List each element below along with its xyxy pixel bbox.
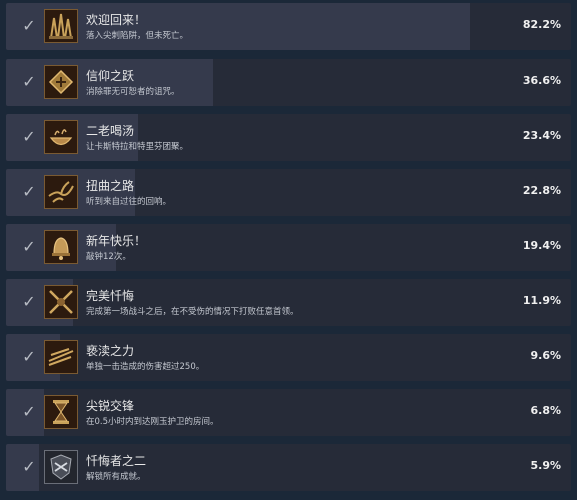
achievement-row[interactable]: ✓ 忏悔者之二 解锁所有成就。 5.9% (6, 444, 571, 491)
unlock-percent: 9.6% (530, 349, 561, 362)
achievement-row[interactable]: ✓ 二老喝汤 让卡斯特拉和特里芬团聚。 23.4% (6, 114, 571, 161)
check-icon: ✓ (22, 16, 36, 35)
achievement-row[interactable]: ✓ 尖锐交锋 在0.5小时内到达刚玉护卫的房间。 6.8% (6, 389, 571, 436)
hourglass-icon (44, 395, 78, 429)
achievement-title: 尖锐交锋 (86, 399, 135, 413)
achievement-description: 落入尖刺陷阱，但未死亡。 (86, 31, 189, 41)
soup-bowl-icon (44, 120, 78, 154)
achievement-description: 消除罪无可恕者的诅咒。 (86, 87, 180, 97)
achievement-row[interactable]: ✓ 亵渎之力 单独一击造成的伤害超过250。 9.6% (6, 334, 571, 381)
unlock-percent: 6.8% (530, 404, 561, 417)
achievement-title: 扭曲之路 (86, 179, 135, 193)
achievement-description: 在0.5小时内到达刚玉护卫的房间。 (86, 417, 219, 427)
achievement-description: 让卡斯特拉和特里芬团聚。 (86, 142, 189, 152)
check-icon: ✓ (22, 457, 36, 476)
check-icon: ✓ (22, 72, 36, 91)
crossed-blades-icon (44, 285, 78, 319)
achievement-row[interactable]: ✓ 扭曲之路 听到来自过往的回响。 22.8% (6, 169, 571, 216)
achievement-title: 信仰之跃 (86, 69, 135, 83)
achievement-description: 完成第一场战斗之后，在不受伤的情况下打败任意首领。 (86, 307, 299, 317)
achievement-title: 二老喝汤 (86, 124, 135, 138)
unlock-percent: 11.9% (522, 294, 561, 307)
unlock-percent: 22.8% (522, 184, 561, 197)
achievement-title: 亵渎之力 (86, 344, 135, 358)
achievement-description: 单独一击造成的伤害超过250。 (86, 362, 205, 372)
check-icon: ✓ (22, 127, 36, 146)
achievement-row[interactable]: ✓ 欢迎回来！ 落入尖刺陷阱，但未死亡。 82.2% (6, 3, 571, 50)
unlock-percent: 82.2% (522, 18, 561, 31)
achievement-row[interactable]: ✓ 完美忏悔 完成第一场战斗之后，在不受伤的情况下打败任意首领。 11.9% (6, 279, 571, 326)
achievement-title: 欢迎回来！ (86, 13, 147, 27)
achievement-description: 敲钟12次。 (86, 252, 131, 262)
achievement-list: ✓ 欢迎回来！ 落入尖刺陷阱，但未死亡。 82.2% ✓ 信仰之跃 消除罪无可恕… (0, 0, 577, 500)
unlock-percent: 5.9% (530, 459, 561, 472)
check-icon: ✓ (22, 292, 36, 311)
achievement-title: 新年快乐！ (86, 234, 147, 248)
rune-tablet-icon (44, 65, 78, 99)
unlock-percent: 36.6% (522, 74, 561, 87)
achievement-row[interactable]: ✓ 信仰之跃 消除罪无可恕者的诅咒。 36.6% (6, 59, 571, 106)
bell-icon (44, 230, 78, 264)
unlock-percent: 19.4% (522, 239, 561, 252)
check-icon: ✓ (22, 402, 36, 421)
achievement-row[interactable]: ✓ 新年快乐！ 敲钟12次。 19.4% (6, 224, 571, 271)
spike-trap-icon (44, 9, 78, 43)
achievement-title: 忏悔者之二 (86, 454, 147, 468)
penitent-mask-icon (44, 450, 78, 484)
achievement-title: 完美忏悔 (86, 289, 135, 303)
check-icon: ✓ (22, 347, 36, 366)
unlock-percent: 23.4% (522, 129, 561, 142)
check-icon: ✓ (22, 237, 36, 256)
achievement-description: 解锁所有成就。 (86, 472, 146, 482)
sword-strike-icon (44, 340, 78, 374)
achievement-description: 听到来自过往的回响。 (86, 197, 172, 207)
twisted-roots-icon (44, 175, 78, 209)
check-icon: ✓ (22, 182, 36, 201)
